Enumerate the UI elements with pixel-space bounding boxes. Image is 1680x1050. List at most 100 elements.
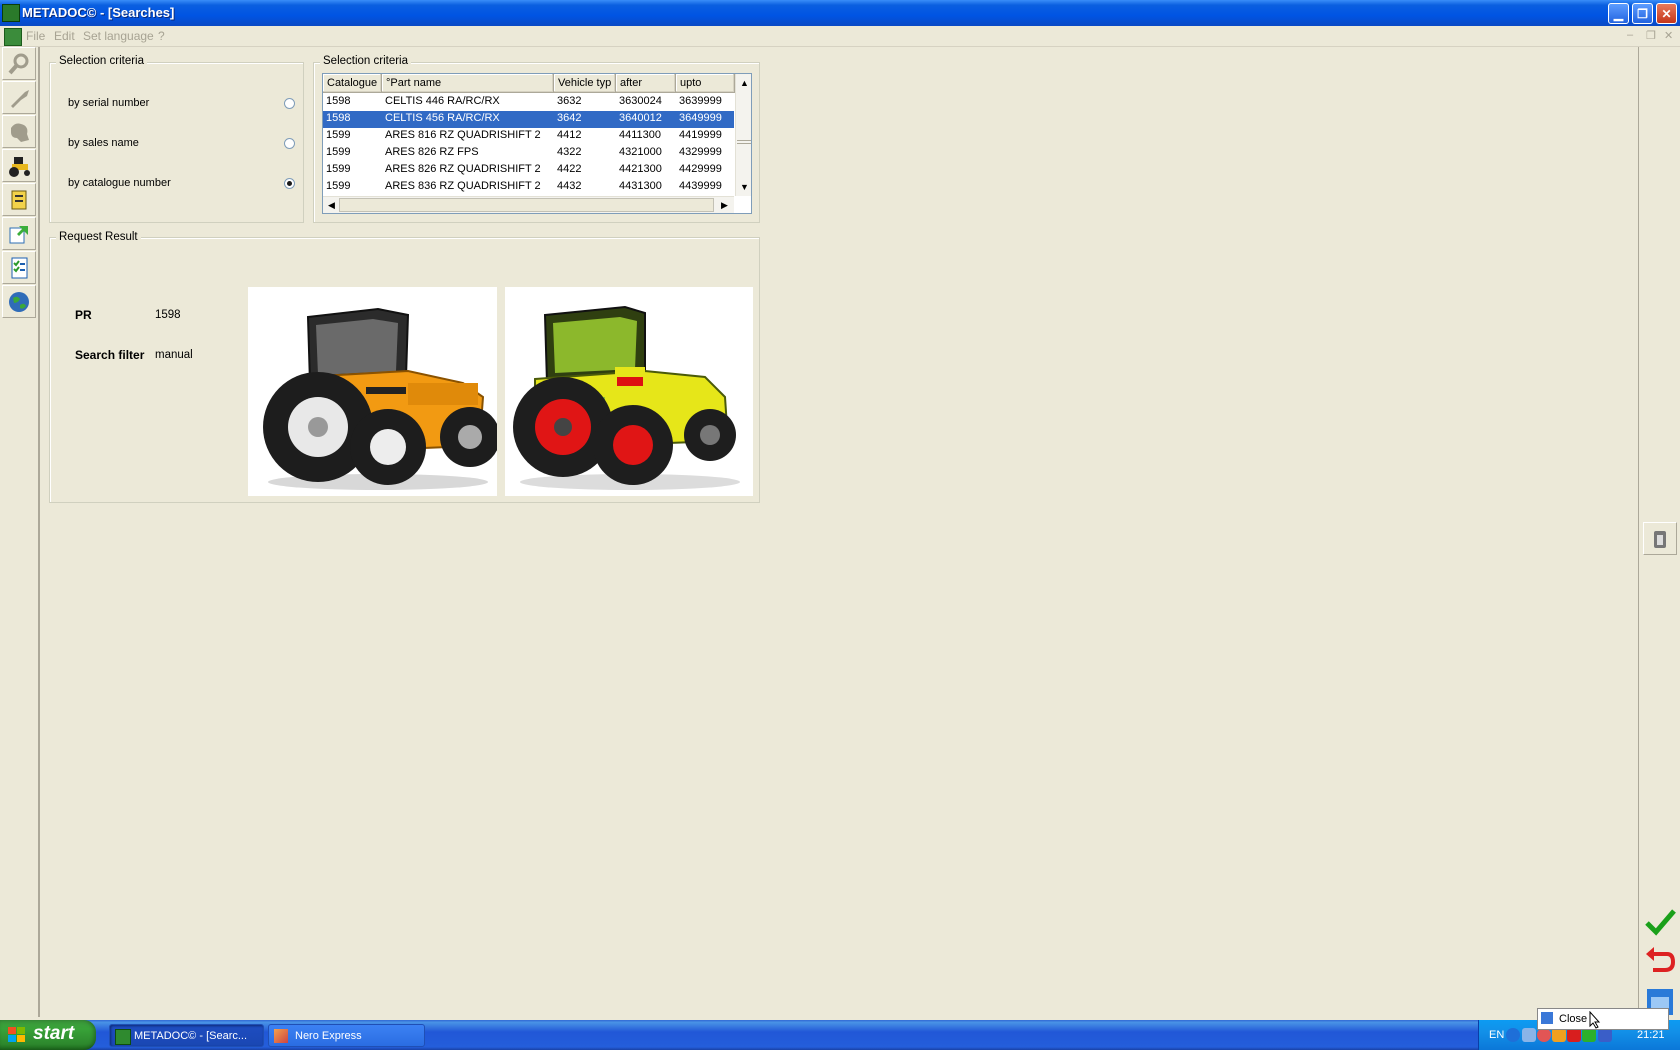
close-button[interactable]: ✕ (1656, 3, 1677, 24)
scroll-thumb[interactable] (737, 140, 751, 144)
search-filter-label: Search filter (75, 348, 145, 362)
window-title: METADOC© - [Searches] (22, 5, 175, 20)
checklist-icon (11, 257, 28, 278)
export-tool-button[interactable] (2, 217, 36, 250)
metadoc-app-icon (115, 1029, 131, 1045)
parts-tool-button[interactable] (2, 81, 36, 114)
start-label: start (33, 1023, 75, 1044)
tray-chevron-icon[interactable] (1506, 1028, 1520, 1042)
cell-upto: 4429999 (679, 163, 722, 175)
list-row[interactable]: 1599 ARES 826 RZ QUADRISHIFT 2 4422 4421… (323, 162, 734, 179)
tray-ati-icon[interactable] (1567, 1028, 1581, 1042)
cell-upto: 3639999 (679, 95, 722, 107)
language-indicator[interactable]: EN (1489, 1029, 1504, 1041)
cell-after: 4411300 (619, 129, 662, 141)
scroll-left-arrow-icon[interactable]: ◀ (324, 198, 339, 213)
pr-label: PR (75, 308, 92, 322)
column-after[interactable]: after (616, 74, 676, 93)
search-icon (8, 53, 29, 74)
cell-vehicle-type: 4422 (557, 163, 582, 175)
cell-part-name: ARES 826 RZ FPS (385, 146, 479, 158)
cell-catalogue: 1599 (326, 129, 351, 141)
column-upto[interactable]: upto (676, 74, 735, 93)
close-tooltip: Close (1537, 1008, 1669, 1030)
catalogue-tool-button[interactable] (2, 183, 36, 216)
restore-button[interactable]: ❐ (1632, 3, 1653, 24)
tray-antivirus-icon[interactable] (1537, 1028, 1551, 1042)
list-row[interactable]: 1599 ARES 836 RZ QUADRISHIFT 2 4432 4431… (323, 179, 734, 196)
start-button[interactable]: start (0, 1020, 96, 1050)
undo-button[interactable] (1643, 944, 1677, 978)
tray-security-icon[interactable] (1598, 1028, 1612, 1042)
cell-catalogue: 1599 (326, 146, 351, 158)
checklist-tool-button[interactable] (2, 251, 36, 284)
menu-bar: File Edit Set language ? – ❐ ✕ (0, 26, 1680, 47)
tray-update-icon[interactable] (1552, 1028, 1566, 1042)
left-toolbar (0, 47, 40, 1017)
globe-tool-button[interactable] (2, 285, 36, 318)
list-row[interactable]: 1598 CELTIS 446 RA/RC/RX 3632 3630024 36… (323, 94, 734, 111)
cell-vehicle-type: 4412 (557, 129, 582, 141)
mdi-restore-button[interactable]: ❐ (1646, 29, 1656, 42)
catalogue-list[interactable]: Catalogue °Part name Vehicle typ after u… (322, 73, 752, 214)
menu-help[interactable]: ? (158, 29, 165, 43)
cell-vehicle-type: 4432 (557, 180, 582, 192)
mdi-close-button[interactable]: ✕ (1664, 29, 1673, 42)
radio-serial-number-label: by serial number (68, 97, 150, 109)
confirm-button[interactable] (1643, 905, 1677, 939)
globe-icon (9, 291, 29, 312)
cell-part-name: ARES 816 RZ QUADRISHIFT 2 (385, 129, 541, 141)
cell-part-name: ARES 836 RZ QUADRISHIFT 2 (385, 180, 541, 192)
book-icon (11, 190, 27, 209)
taskbar-item-label: Nero Express (295, 1030, 362, 1042)
tooltip-app-icon (1541, 1012, 1553, 1024)
engine-tool-button[interactable] (2, 115, 36, 148)
info-button[interactable] (1643, 522, 1677, 555)
list-row[interactable]: 1599 ARES 816 RZ QUADRISHIFT 2 4412 4411… (323, 128, 734, 145)
mdi-minimize-button[interactable]: – (1627, 29, 1633, 41)
export-icon (9, 225, 28, 243)
menu-set-language[interactable]: Set language (83, 29, 154, 43)
cell-part-name: CELTIS 446 RA/RC/RX (385, 95, 500, 107)
document-icon[interactable] (4, 28, 22, 46)
cell-vehicle-type: 3642 (557, 112, 582, 124)
cell-vehicle-type: 4322 (557, 146, 582, 158)
nero-app-icon (274, 1029, 288, 1043)
cell-after: 3640012 (619, 112, 662, 124)
minimize-button[interactable]: ▁ (1608, 3, 1629, 24)
app-icon[interactable] (2, 4, 20, 22)
radio-sales-name[interactable] (284, 138, 295, 149)
radio-catalogue-number[interactable] (284, 178, 295, 189)
clock: 21:21 (1637, 1029, 1665, 1041)
scroll-thumb-horizontal[interactable] (339, 198, 714, 212)
scroll-up-arrow-icon[interactable]: ▲ (737, 75, 751, 90)
wrench-icon (11, 89, 29, 108)
taskbar-item-metadoc[interactable]: METADOC© - [Searc... (109, 1024, 264, 1047)
cell-after: 4431300 (619, 180, 662, 192)
selection-criteria-title: Selection criteria (56, 55, 148, 67)
renault-tractor-image (248, 287, 500, 496)
taskbar-item-nero[interactable]: Nero Express (268, 1024, 425, 1047)
cell-catalogue: 1598 (326, 95, 351, 107)
tractor-tool-button[interactable] (2, 149, 36, 182)
tray-network-icon[interactable] (1522, 1028, 1536, 1042)
radio-serial-number[interactable] (284, 98, 295, 109)
cell-catalogue: 1598 (326, 112, 351, 124)
menu-edit[interactable]: Edit (54, 29, 75, 43)
search-tool-button[interactable] (2, 47, 36, 80)
tray-audio-icon[interactable] (1582, 1028, 1596, 1042)
column-part-name[interactable]: °Part name (382, 74, 554, 93)
horizontal-scrollbar[interactable]: ◀ ▶ (323, 196, 734, 213)
scroll-down-arrow-icon[interactable]: ▼ (737, 179, 751, 194)
vertical-scrollbar[interactable]: ▲ ▼ (735, 74, 751, 196)
column-vehicle-type[interactable]: Vehicle typ (554, 74, 616, 93)
menu-file[interactable]: File (26, 29, 45, 43)
scroll-right-arrow-icon[interactable]: ▶ (717, 198, 732, 213)
list-row-selected[interactable]: 1598 CELTIS 456 RA/RC/RX 3642 3640012 36… (323, 111, 734, 128)
list-row[interactable]: 1599 ARES 826 RZ FPS 4322 4321000 432999… (323, 145, 734, 162)
column-catalogue[interactable]: Catalogue (323, 74, 382, 93)
cell-upto: 4419999 (679, 129, 722, 141)
mouse-cursor-icon (1589, 1011, 1601, 1029)
claas-tractor-image (505, 287, 753, 496)
radio-sales-name-label: by sales name (68, 137, 139, 149)
